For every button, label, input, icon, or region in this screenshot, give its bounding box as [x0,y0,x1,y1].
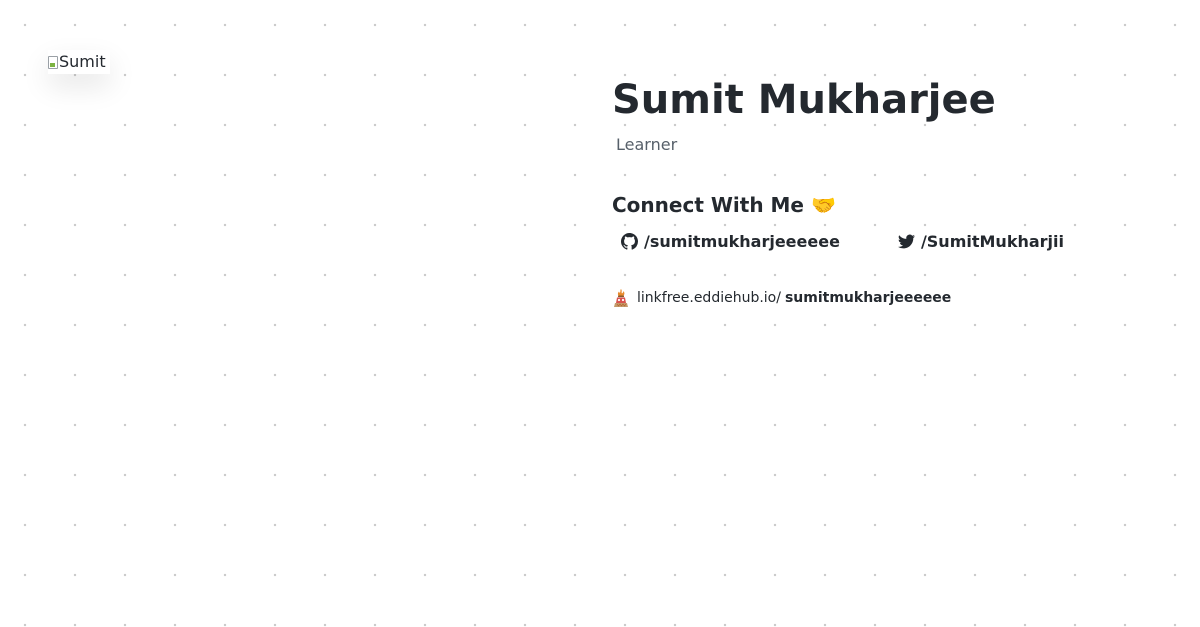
avatar: Sumit [48,50,110,74]
github-label: /sumitmukharjeeeeee [644,231,840,251]
linkfree-link[interactable]: linkfree.eddiehub.io/ sumitmukharjeeeeee [612,288,1172,308]
social-links: /sumitmukharjeeeeee /SumitMukharjii [612,230,1172,252]
linkfree-domain: linkfree.eddiehub.io/ [637,290,781,306]
twitter-icon [897,234,915,248]
connect-heading: Connect With Me 🤝 [612,193,836,217]
broken-image-icon [48,55,58,69]
github-link[interactable]: /sumitmukharjeeeeee [621,232,840,251]
twitter-label: /SumitMukharjii [920,231,1064,251]
profile-name: Sumit Mukharjee [612,77,996,123]
linkfree-handle[interactable]: sumitmukharjeeeeee [785,290,951,306]
avatar-alt-text: Sumit [59,52,106,71]
profile-bio: Learner [616,135,678,154]
twitter-link[interactable]: /SumitMukharjii [897,231,1064,251]
profile-card: Sumit Mukharjee Learner Connect With Me … [612,70,1172,308]
github-icon [621,232,638,250]
linkfree-logo-icon [614,289,628,307]
